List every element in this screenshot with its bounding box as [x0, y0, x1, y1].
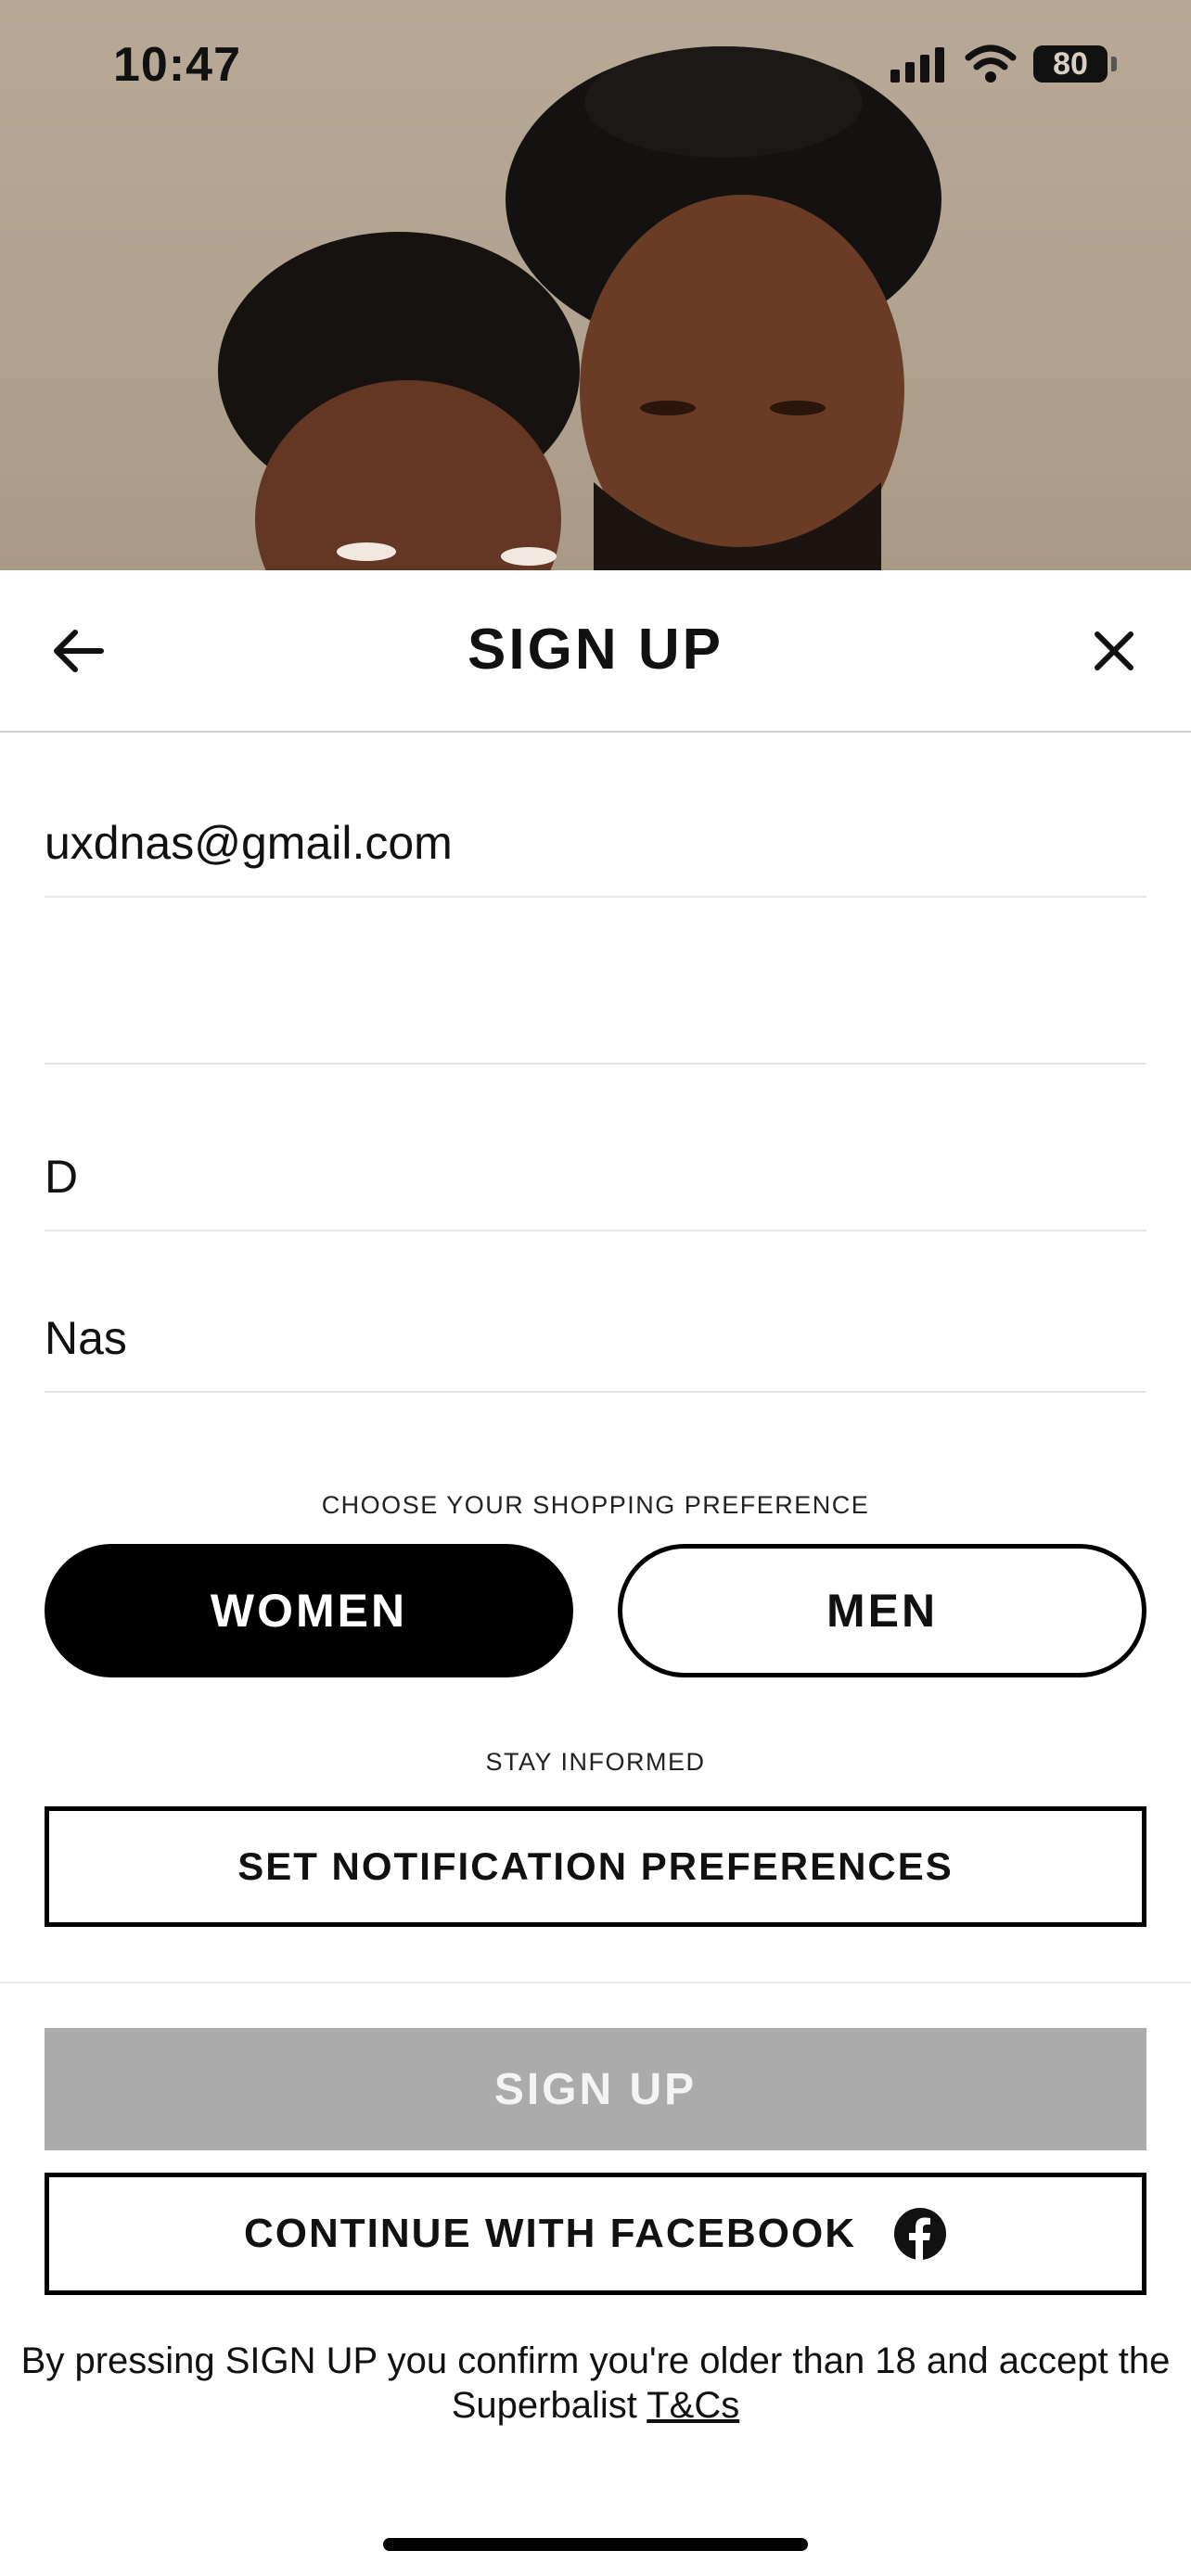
stay-informed-label: STAY INFORMED	[485, 1748, 706, 1776]
home-indicator	[383, 2538, 808, 2551]
close-button[interactable]	[1082, 618, 1146, 683]
terms-prefix: By pressing SIGN UP you confirm you're o…	[20, 2340, 1171, 2426]
email-field[interactable]	[45, 731, 1146, 898]
battery-tip	[1111, 57, 1117, 71]
password-field[interactable]	[45, 898, 1146, 1065]
last-name-field[interactable]	[45, 1226, 1146, 1393]
terms-text: By pressing SIGN UP you confirm you're o…	[0, 2339, 1191, 2428]
last-name-input[interactable]	[45, 1311, 1146, 1365]
email-input[interactable]	[45, 816, 1146, 870]
women-preference-button[interactable]: WOMEN	[45, 1544, 573, 1677]
facebook-button[interactable]: CONTINUE WITH FACEBOOK	[45, 2173, 1146, 2295]
status-icons: 80	[890, 45, 1117, 83]
divider	[0, 1982, 1191, 1983]
terms-link[interactable]: T&Cs	[647, 2385, 739, 2426]
wifi-icon	[965, 45, 1017, 83]
password-input[interactable]	[45, 983, 1146, 1037]
shopping-preference-label: CHOOSE YOUR SHOPPING PREFERENCE	[321, 1491, 870, 1519]
page-title: SIGN UP	[467, 618, 724, 682]
close-icon	[1095, 631, 1133, 670]
sign-up-button[interactable]: SIGN UP	[45, 2028, 1146, 2150]
facebook-button-label: CONTINUE WITH FACEBOOK	[244, 2211, 856, 2256]
first-name-field[interactable]	[45, 1065, 1146, 1231]
status-bar: 10:47 80	[0, 0, 1191, 130]
battery-icon: 80	[1033, 45, 1108, 83]
signal-icon	[890, 47, 944, 83]
facebook-icon	[893, 2208, 946, 2261]
first-name-input[interactable]	[45, 1150, 1146, 1204]
men-preference-button[interactable]: MEN	[618, 1544, 1146, 1677]
sheet-header: SIGN UP	[0, 570, 1191, 733]
notification-preferences-button[interactable]: SET NOTIFICATION PREFERENCES	[45, 1806, 1146, 1927]
status-time: 10:47	[113, 38, 241, 92]
